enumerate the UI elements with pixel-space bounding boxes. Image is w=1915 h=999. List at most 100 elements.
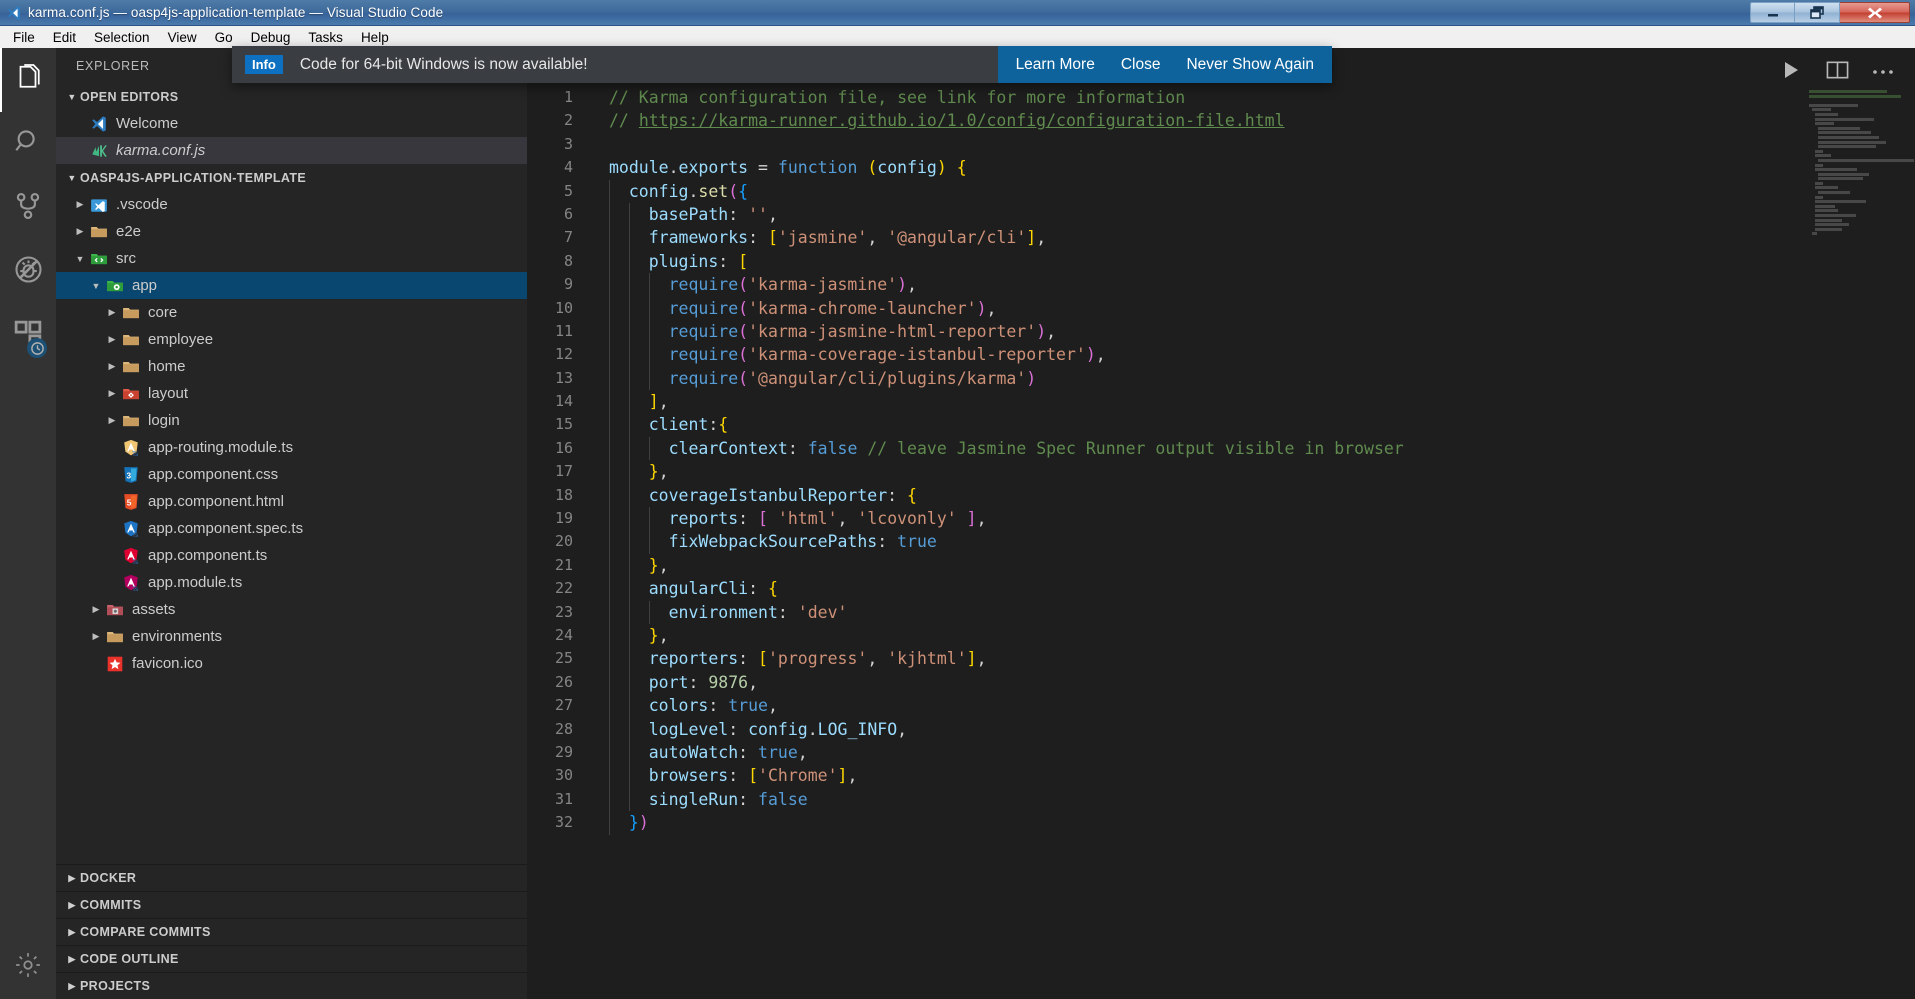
tree-item-e2e[interactable]: ▶ e2e: [56, 218, 527, 245]
activity-item-source-control[interactable]: [0, 176, 56, 240]
split-editor-button[interactable]: [1819, 54, 1855, 90]
tree-item-src[interactable]: ▼ src: [56, 245, 527, 272]
open-editor-karma-conf[interactable]: karma.conf.js: [56, 137, 527, 164]
tree-item-home[interactable]: ▶ home: [56, 353, 527, 380]
section-docker[interactable]: ▶ DOCKER: [56, 864, 527, 891]
code-line[interactable]: 23 environment: 'dev': [527, 601, 1915, 624]
code-line[interactable]: 32 }): [527, 811, 1915, 834]
code-line[interactable]: 17 },: [527, 460, 1915, 483]
indent-guide: [629, 460, 630, 483]
tree-item-app-module-ts[interactable]: Ts app.module.ts: [56, 569, 527, 596]
more-actions-button[interactable]: [1865, 54, 1901, 90]
activity-item-search[interactable]: [0, 112, 56, 176]
activity-item-manage[interactable]: [0, 935, 56, 999]
chevron-right-icon[interactable]: ▶: [104, 334, 120, 345]
chevron-right-icon[interactable]: ▶: [88, 604, 104, 615]
code-line[interactable]: 20 fixWebpackSourcePaths: true: [527, 530, 1915, 553]
tree-item-app-component-html[interactable]: 5 app.component.html: [56, 488, 527, 515]
tree-item-app-component-spec-ts[interactable]: Ts app.component.spec.ts: [56, 515, 527, 542]
activity-item-extensions[interactable]: [0, 304, 56, 368]
tree-item-app-component-ts[interactable]: Ts app.component.ts: [56, 542, 527, 569]
tree-item-core[interactable]: ▶ core: [56, 299, 527, 326]
tree-item-app-component-css[interactable]: 3 app.component.css: [56, 461, 527, 488]
tree-item-assets[interactable]: ▶ assets: [56, 596, 527, 623]
section-projects[interactable]: ▶ PROJECTS: [56, 972, 527, 999]
chevron-right-icon[interactable]: ▶: [104, 361, 120, 372]
restore-button[interactable]: [1795, 2, 1840, 23]
menu-help[interactable]: Help: [352, 28, 398, 47]
tree-item-employee[interactable]: ▶ employee: [56, 326, 527, 353]
close-button[interactable]: Close: [1121, 56, 1161, 74]
section-project-root[interactable]: ▼ OASP4JS-APPLICATION-TEMPLATE: [56, 164, 527, 191]
learn-more-button[interactable]: Learn More: [1016, 56, 1095, 74]
activity-item-explorer[interactable]: [0, 48, 56, 112]
section-code-outline[interactable]: ▶ CODE OUTLINE: [56, 945, 527, 972]
code-line[interactable]: 2// https://karma-runner.github.io/1.0/c…: [527, 109, 1915, 132]
code-line[interactable]: 1// Karma configuration file, see link f…: [527, 86, 1915, 109]
code-line[interactable]: 6 basePath: '',: [527, 203, 1915, 226]
code-line[interactable]: 3: [527, 133, 1915, 156]
code-line[interactable]: 29 autoWatch: true,: [527, 741, 1915, 764]
never-show-again-button[interactable]: Never Show Again: [1186, 56, 1314, 74]
run-button[interactable]: [1773, 54, 1809, 90]
code-line[interactable]: 25 reporters: ['progress', 'kjhtml'],: [527, 647, 1915, 670]
minimize-button[interactable]: [1750, 2, 1795, 23]
tree-item-environments[interactable]: ▶ environments: [56, 623, 527, 650]
tree-item-login[interactable]: ▶ login: [56, 407, 527, 434]
menu-selection[interactable]: Selection: [85, 28, 159, 47]
chevron-right-icon[interactable]: ▶: [72, 199, 88, 210]
tree-item-label: app.component.html: [148, 493, 284, 510]
close-button[interactable]: [1840, 2, 1910, 23]
code-line[interactable]: 9 require('karma-jasmine'),: [527, 273, 1915, 296]
code-line[interactable]: 7 frameworks: ['jasmine', '@angular/cli'…: [527, 226, 1915, 249]
chevron-right-icon[interactable]: ▶: [72, 226, 88, 237]
tree-item-app-routing-module-ts[interactable]: Ts app-routing.module.ts: [56, 434, 527, 461]
indent-guide: [629, 624, 630, 647]
chevron-right-icon[interactable]: ▶: [88, 631, 104, 642]
chevron-right-icon[interactable]: ▶: [104, 415, 120, 426]
tree-item-favicon-ico[interactable]: favicon.ico: [56, 650, 527, 677]
section-open-editors[interactable]: ▼ OPEN EDITORS: [56, 83, 527, 110]
menu-view[interactable]: View: [159, 28, 206, 47]
chevron-right-icon[interactable]: ▶: [104, 388, 120, 399]
code-line[interactable]: 4module.exports = function (config) {: [527, 156, 1915, 179]
code-line[interactable]: 30 browsers: ['Chrome'],: [527, 764, 1915, 787]
code-line[interactable]: 12 require('karma-coverage-istanbul-repo…: [527, 343, 1915, 366]
svg-text:Ts: Ts: [132, 560, 138, 565]
open-editor-welcome[interactable]: Welcome: [56, 110, 527, 137]
code-line[interactable]: 15 client:{: [527, 413, 1915, 436]
activity-item-debug[interactable]: [0, 240, 56, 304]
code-line[interactable]: 8 plugins: [: [527, 250, 1915, 273]
code-line[interactable]: 19 reports: [ 'html', 'lcovonly' ],: [527, 507, 1915, 530]
code-line[interactable]: 31 singleRun: false: [527, 788, 1915, 811]
section-compare-commits[interactable]: ▶ COMPARE COMMITS: [56, 918, 527, 945]
chevron-down-icon[interactable]: ▼: [72, 254, 88, 264]
code-token: require: [669, 322, 739, 341]
tree-item-vscode[interactable]: ▶ .vscode: [56, 191, 527, 218]
chevron-right-icon[interactable]: ▶: [104, 307, 120, 318]
menu-file[interactable]: File: [4, 28, 44, 47]
tree-item-layout[interactable]: ▶ layout: [56, 380, 527, 407]
menu-go[interactable]: Go: [206, 28, 242, 47]
code-content[interactable]: 1// Karma configuration file, see link f…: [527, 86, 1915, 999]
section-commits[interactable]: ▶ COMMITS: [56, 891, 527, 918]
code-line[interactable]: 28 logLevel: config.LOG_INFO,: [527, 718, 1915, 741]
code-line[interactable]: 21 },: [527, 554, 1915, 577]
code-line[interactable]: 14 ],: [527, 390, 1915, 413]
code-line[interactable]: 5 config.set({: [527, 180, 1915, 203]
code-line[interactable]: 22 angularCli: {: [527, 577, 1915, 600]
menu-edit[interactable]: Edit: [44, 28, 85, 47]
code-token: ,: [659, 556, 669, 575]
code-line[interactable]: 27 colors: true,: [527, 694, 1915, 717]
code-line[interactable]: 16 clearContext: false // leave Jasmine …: [527, 437, 1915, 460]
menu-tasks[interactable]: Tasks: [299, 28, 352, 47]
tree-item-app[interactable]: ▼ app: [56, 272, 527, 299]
code-line[interactable]: 24 },: [527, 624, 1915, 647]
code-line[interactable]: 26 port: 9876,: [527, 671, 1915, 694]
code-line[interactable]: 11 require('karma-jasmine-html-reporter'…: [527, 320, 1915, 343]
code-line[interactable]: 13 require('@angular/cli/plugins/karma'): [527, 367, 1915, 390]
menu-debug[interactable]: Debug: [242, 28, 300, 47]
code-line[interactable]: 10 require('karma-chrome-launcher'),: [527, 297, 1915, 320]
chevron-down-icon[interactable]: ▼: [88, 281, 104, 291]
code-line[interactable]: 18 coverageIstanbulReporter: {: [527, 484, 1915, 507]
